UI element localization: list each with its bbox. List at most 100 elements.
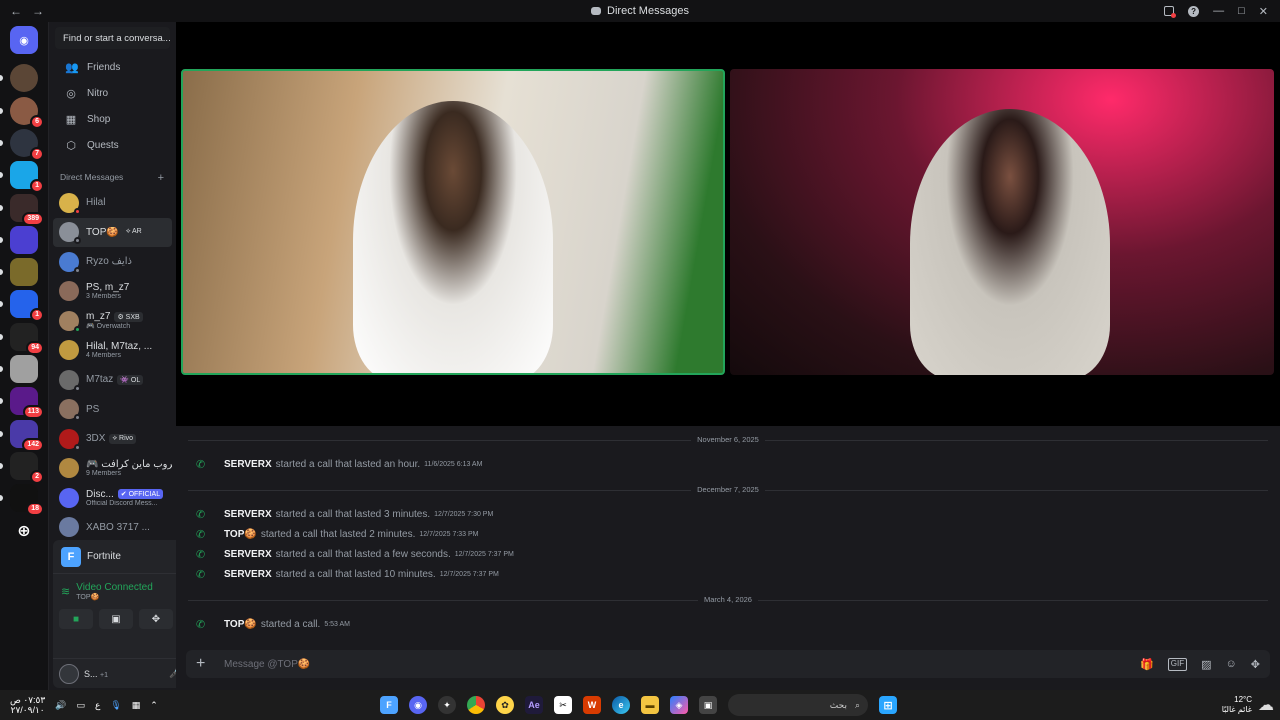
nav-friends[interactable]: 👥 Friends [53,54,172,80]
server-icon[interactable]: 94 [10,322,44,355]
avatar [59,399,81,422]
dm-item[interactable]: 🎮 قروب ماين كرافت 9 Members [53,454,172,484]
help-icon[interactable]: ? [1188,5,1200,17]
gift-icon[interactable]: 🎁 [1140,658,1154,671]
clock-time[interactable]: ٠٧:٥٣ ص [10,695,45,705]
server-icon[interactable] [10,225,38,254]
language-indicator[interactable]: ع [95,700,100,711]
nav-shop[interactable]: ▦ Shop [53,106,172,132]
server-icon[interactable]: 18 [10,484,44,517]
screen-share-button[interactable]: ▣ [99,609,133,629]
add-server-button[interactable]: ⊕ [10,517,38,545]
server-icon[interactable] [10,64,38,93]
close-button[interactable]: ✕ [1259,5,1268,18]
search-input[interactable]: Find or start a conversa... [55,27,170,49]
volume-icon[interactable]: 🔊 [55,700,66,711]
edge-taskbar-icon[interactable]: e [612,696,630,714]
call-message[interactable]: ✆ TOP🍪 started a call. 5:53 AM [176,614,1280,634]
timestamp: 12/7/2025 7:37 PM [439,570,499,578]
dm-item[interactable]: TOP🍪 ⟡ AR [53,217,172,247]
back-arrow-icon[interactable]: ← [10,4,22,18]
call-message[interactable]: ✆ SERVERX started a call that lasted 3 min… [176,504,1280,524]
caller-name[interactable]: SERVERX [224,549,272,560]
call-message[interactable]: ✆ SERVERX started a call that lasted a few… [176,544,1280,564]
unread-badge: 1 [30,179,44,194]
caller-name[interactable]: TOP🍪 [224,619,257,630]
emoji-icon[interactable]: ☺ [1226,658,1237,671]
after-effects-taskbar-icon[interactable]: Ae [525,696,543,714]
video-tile[interactable] [730,69,1274,375]
fortnite-taskbar-icon[interactable]: F [380,696,398,714]
dm-item[interactable]: Hilal [53,188,172,218]
server-icon[interactable]: 2 [10,451,44,484]
message-input[interactable]: Message @TOP🍪 [224,659,1140,670]
dm-item[interactable]: M7taz 👾 OL [53,365,172,395]
minimize-button[interactable]: — [1213,5,1224,17]
dm-item[interactable]: PS, m_z7 3 Members [53,277,172,307]
inbox-icon[interactable] [1164,6,1177,18]
activity-game[interactable]: F Fortnite ▭ [53,540,176,574]
call-message[interactable]: ✆ SERVERX started a call that lasted an ho… [176,454,1280,474]
chevron-up-icon[interactable]: ⌃ [150,700,158,711]
nav-quests[interactable]: ⬡ Quests [53,132,172,158]
server-icon[interactable] [10,355,38,383]
display-icon[interactable]: ▭ [76,700,85,711]
server-icon[interactable]: 142 [10,419,44,452]
weather-widget[interactable]: 12°C غائم غالبًا ☁ [1222,695,1274,715]
home-button[interactable]: ◉ [10,26,38,54]
copilot-taskbar-icon[interactable]: ◈ [670,696,688,714]
nav-nitro[interactable]: ◎ Nitro [53,80,172,106]
video-tile-speaking[interactable] [181,69,725,375]
dm-item[interactable]: XABO 3717 ... [53,513,172,543]
sticker-icon[interactable]: ▨ [1201,658,1211,671]
office-taskbar-icon[interactable]: W [583,696,601,714]
caller-name[interactable]: TOP🍪 [224,529,257,540]
add-dm-icon[interactable]: + [158,172,164,184]
file-explorer-taskbar-icon[interactable]: ▬ [641,696,659,714]
start-button[interactable]: ⊞ [879,696,897,714]
server-icon[interactable]: 113 [10,387,44,420]
caller-name[interactable]: SERVERX [224,459,272,470]
taskbar-search[interactable]: بحث ⌕ [728,694,868,716]
dm-item[interactable]: Ryzo ذايف [53,247,172,277]
server-icon[interactable]: 6 [10,96,44,129]
tray-app-icon[interactable]: ▦ [132,700,141,711]
caller-name[interactable]: SERVERX [224,509,272,520]
dm-item[interactable]: 3DX ⟡ Rivo [53,424,172,454]
clock-date[interactable]: ٢٧/٠٩/١٠ [11,705,45,715]
server-icon[interactable]: 7 [10,128,44,161]
server-icon[interactable]: 1 [10,290,44,323]
gif-icon[interactable]: GIF [1167,657,1188,671]
maximize-button[interactable]: □ [1238,5,1245,17]
caller-name[interactable]: SERVERX [224,569,272,580]
avatar[interactable] [59,663,79,684]
task-view-taskbar-icon[interactable]: ▣ [699,696,717,714]
server-icon[interactable]: 1 [10,161,44,194]
server-icon[interactable] [10,258,38,287]
dm-item[interactable]: m_z7 ⚙ SXB 🎮 Overwatch [53,306,172,336]
call-message[interactable]: ✆ SERVERX started a call that lasted 10 mi… [176,564,1280,584]
microphone-icon[interactable]: 🎤 [169,668,176,679]
discord-taskbar-icon[interactable]: ◉ [409,696,427,714]
dm-item[interactable]: Hilal, M7taz, ... 4 Members [53,336,172,366]
nav-label: Shop [87,113,111,125]
dm-item[interactable]: PS [53,395,172,425]
microphone-tray-icon[interactable]: 🎙 [110,700,121,711]
activities-button[interactable]: ✥ [139,609,173,629]
user-name[interactable]: S... +1 [84,669,164,679]
app-taskbar-icon[interactable]: ✦ [438,696,456,714]
camera-button[interactable]: ■ [59,609,93,629]
server-icon[interactable]: 389 [10,193,44,226]
message-composer[interactable]: + Message @TOP🍪 🎁 GIF ▨ ☺ ✥ [186,650,1270,678]
add-attachment-icon[interactable]: + [196,655,224,673]
dm-item[interactable]: Disc... ✔ OFFICIAL Official Discord Mess..… [53,483,172,513]
chrome-taskbar-icon[interactable] [467,696,485,714]
apps-icon[interactable]: ✥ [1251,658,1260,671]
app-taskbar-icon[interactable]: ✿ [496,696,514,714]
call-message[interactable]: ✆ TOP🍪 started a call that lasted 2 minute… [176,524,1280,544]
screen-share-icon: ▣ [111,613,121,625]
avatar [59,517,79,538]
capcut-taskbar-icon[interactable]: ✂ [554,696,572,714]
dm-name: PS, m_z7 [86,282,130,294]
forward-arrow-icon[interactable]: → [32,4,44,18]
